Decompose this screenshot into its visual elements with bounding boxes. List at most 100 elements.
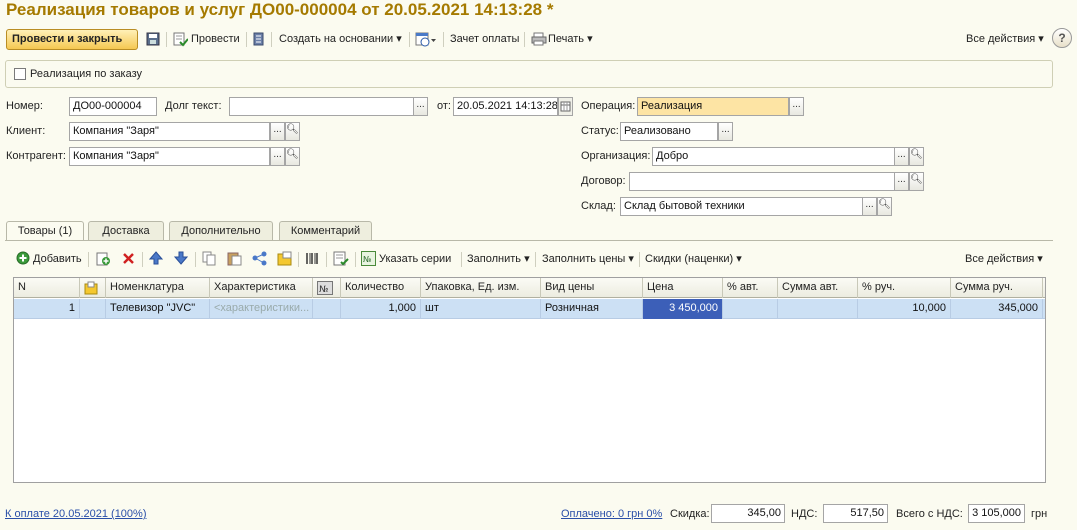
by-order-checkbox[interactable] [14,68,26,80]
checklist-icon[interactable] [333,251,349,266]
warehouse-search-icon[interactable]: 🔍︎ [877,197,892,216]
paid-link[interactable]: Оплачено: 0 грн 0% [561,506,662,522]
copy-row-icon[interactable] [96,251,111,266]
cell-auto-sum[interactable] [778,299,858,319]
lock-folder-icon [84,281,98,295]
col-nomenclature[interactable]: Номенклатура [106,278,210,298]
calendar-icon[interactable] [558,97,573,116]
cell-characteristic[interactable]: <характеристики... [210,299,313,319]
all-actions-button[interactable]: Все действия ▾ [966,28,1044,50]
help-icon[interactable]: ? [1052,28,1072,48]
add-button[interactable]: Добавить [33,251,82,267]
col-manual-percent[interactable]: % руч. [858,278,951,298]
col-manual-sum[interactable]: Сумма руч. [951,278,1043,298]
counterparty-field[interactable]: Компания "Заря" [69,147,270,166]
number-field[interactable]: ДО00-000004 [69,97,157,116]
svg-text:№: № [363,255,372,264]
warehouse-field[interactable]: Склад бытовой техники [620,197,863,216]
payment-offset-button[interactable]: Зачет оплаты [450,28,519,50]
tab-additional[interactable]: Дополнительно [169,221,273,240]
create-based-on-button[interactable]: Создать на основании ▾ [279,28,402,50]
table-header: N Номенклатура Характеристика № Количест… [14,278,1045,298]
table-row[interactable]: 1 Телевизор "JVC" <характеристики... 1,0… [14,299,1045,319]
fill-prices-button[interactable]: Заполнить цены ▾ [542,251,634,267]
cell-price[interactable]: 3 450,000 [643,299,723,319]
goods-table[interactable]: N Номенклатура Характеристика № Количест… [13,277,1046,483]
share-icon[interactable] [252,251,267,266]
calendar-dropdown-icon[interactable] [415,31,437,47]
discount-field[interactable]: 345,00 [711,504,785,523]
to-pay-link[interactable]: К оплате 20.05.2021 (100%) [5,506,147,522]
discounts-button[interactable]: Скидки (наценки) ▾ [645,251,742,267]
copy-icon[interactable] [202,251,216,266]
fill-label: Заполнить [467,253,522,265]
col-n[interactable]: N [14,278,80,298]
organization-select-button[interactable]: ... [894,147,909,166]
organization-field[interactable]: Добро [652,147,895,166]
cell-quantity[interactable]: 1,000 [341,299,421,319]
cell-series[interactable] [313,299,341,319]
col-series[interactable]: № [313,278,341,298]
print-button[interactable]: Печать ▾ [548,28,593,50]
paste-icon[interactable] [227,251,242,266]
move-down-icon[interactable] [174,251,188,265]
post-button[interactable]: Провести [191,28,240,50]
cell-nomenclature[interactable]: Телевизор "JVC" [106,299,210,319]
organization-search-icon[interactable]: 🔍︎ [909,147,924,166]
vat-field[interactable]: 517,50 [823,504,888,523]
debt-select-button[interactable]: ... [413,97,428,116]
counterparty-select-button[interactable]: ... [270,147,285,166]
cell-price-type[interactable]: Розничная [541,299,643,319]
col-package-unit[interactable]: Упаковка, Ед. изм. [421,278,541,298]
tab-goods[interactable]: Товары (1) [6,221,84,241]
col-quantity[interactable]: Количество [341,278,421,298]
col-icon[interactable] [80,278,106,298]
cell-manual-sum[interactable]: 345,000 [951,299,1043,319]
col-auto-percent[interactable]: % авт. [723,278,778,298]
delete-icon[interactable] [122,252,135,265]
col-characteristic[interactable]: Характеристика [210,278,313,298]
cell-auto-percent[interactable] [723,299,778,319]
move-up-icon[interactable] [149,251,163,265]
counterparty-search-icon[interactable]: 🔍︎ [285,147,300,166]
folder-icon[interactable] [277,251,292,266]
cell-package-unit[interactable]: шт [421,299,541,319]
debt-field[interactable] [229,97,414,116]
client-select-button[interactable]: ... [270,122,285,141]
operation-field[interactable]: Реализация [637,97,789,116]
col-price-type[interactable]: Вид цены [541,278,643,298]
col-price[interactable]: Цена [643,278,723,298]
client-label: Клиент: [6,125,46,137]
post-and-close-button[interactable]: Провести и закрыть [6,29,138,50]
contract-select-button[interactable]: ... [894,172,909,191]
date-field[interactable]: 20.05.2021 14:13:28 [453,97,558,116]
warehouse-select-button[interactable]: ... [862,197,877,216]
counterparty-label: Контрагент: [6,150,66,162]
cell-manual-percent[interactable]: 10,000 [858,299,951,319]
discount-label: Скидка: [670,508,710,520]
chevron-down-icon: ▾ [587,33,593,45]
chevron-down-icon: ▾ [628,253,634,265]
status-field[interactable]: Реализовано [620,122,718,141]
client-search-icon[interactable]: 🔍︎ [285,122,300,141]
post-icon[interactable] [172,31,188,47]
add-icon[interactable] [16,251,30,265]
tab-delivery[interactable]: Доставка [88,221,164,240]
specify-series-button[interactable]: Указать серии [379,251,451,267]
contract-field[interactable] [629,172,895,191]
register-icon[interactable] [253,32,265,46]
operation-select-button[interactable]: ... [789,97,804,116]
chevron-down-icon: ▾ [1037,253,1043,265]
col-auto-sum[interactable]: Сумма авт. [778,278,858,298]
fill-button[interactable]: Заполнить ▾ [467,251,530,267]
total-field[interactable]: 3 105,000 [968,504,1025,523]
grid-all-actions-button[interactable]: Все действия ▾ [965,251,1043,267]
tab-comment[interactable]: Комментарий [279,221,372,240]
discounts-label: Скидки (наценки) [645,253,734,265]
client-field[interactable]: Компания "Заря" [69,122,270,141]
operation-label: Операция: [581,100,636,112]
barcode-icon[interactable] [305,251,320,266]
status-select-button[interactable]: ... [718,122,733,141]
contract-search-icon[interactable]: 🔍︎ [909,172,924,191]
save-icon[interactable] [146,32,160,46]
